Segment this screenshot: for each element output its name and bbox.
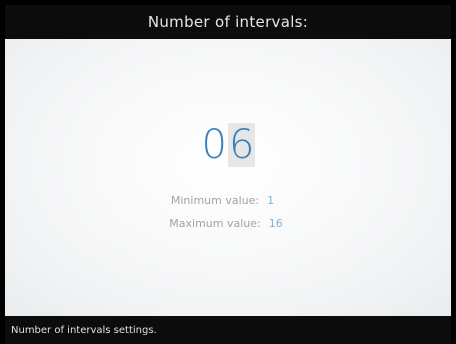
settings-panel: 0 6 Minimum value: 1 Maximum value: 16 [5,39,451,316]
maximum-value: 16 [268,217,283,230]
interval-count-editor[interactable]: 0 6 [5,123,451,167]
maximum-value-row: Maximum value: 16 [5,217,451,230]
value-digit-ones-selected[interactable]: 6 [228,123,256,167]
status-text: Number of intervals settings. [11,324,157,336]
device-screen: Number of intervals: 0 6 Minimum value: … [0,0,456,344]
value-digit-tens[interactable]: 0 [201,123,228,167]
title-bar: Number of intervals: [5,5,451,39]
minimum-value-row: Minimum value: 1 [5,194,451,207]
minimum-value-label: Minimum value: [170,194,260,207]
maximum-value-label: Maximum value: [169,217,261,230]
minimum-value: 1 [267,194,275,207]
page-title: Number of intervals: [147,13,309,31]
status-bar: Number of intervals settings. [5,316,451,344]
